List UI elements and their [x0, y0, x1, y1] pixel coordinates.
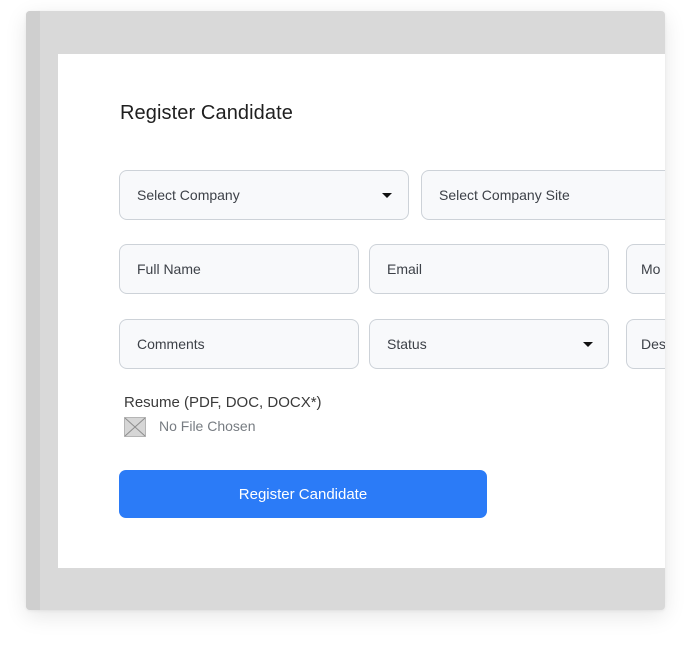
full-name-placeholder: Full Name	[137, 261, 201, 277]
comments-placeholder: Comments	[137, 336, 205, 352]
designation-field[interactable]: Des	[626, 319, 665, 369]
file-placeholder-icon[interactable]	[124, 417, 146, 437]
full-name-field[interactable]: Full Name	[119, 244, 359, 294]
company-site-select[interactable]: Select Company Site	[421, 170, 665, 220]
email-field[interactable]: Email	[369, 244, 609, 294]
comments-field[interactable]: Comments	[119, 319, 359, 369]
caret-down-icon	[583, 342, 593, 347]
register-candidate-card: Register Candidate Select Company Select…	[58, 54, 665, 568]
designation-placeholder: Des	[641, 336, 665, 352]
file-status-text: No File Chosen	[159, 418, 256, 434]
mobile-placeholder: Mo	[641, 261, 661, 277]
company-select[interactable]: Select Company	[119, 170, 409, 220]
email-placeholder: Email	[387, 261, 423, 277]
status-select[interactable]: Status	[369, 319, 609, 369]
mobile-field[interactable]: Mo	[626, 244, 665, 294]
caret-down-icon	[382, 193, 392, 198]
window-left-edge	[26, 11, 40, 610]
register-candidate-button[interactable]: Register Candidate	[119, 470, 487, 518]
resume-label: Resume (PDF, DOC, DOCX*)	[124, 394, 322, 411]
company-site-select-label: Select Company Site	[439, 187, 570, 203]
status-select-label: Status	[387, 336, 427, 352]
company-select-label: Select Company	[137, 187, 240, 203]
app-window: Register Candidate Select Company Select…	[26, 11, 665, 610]
page-title: Register Candidate	[120, 102, 294, 124]
